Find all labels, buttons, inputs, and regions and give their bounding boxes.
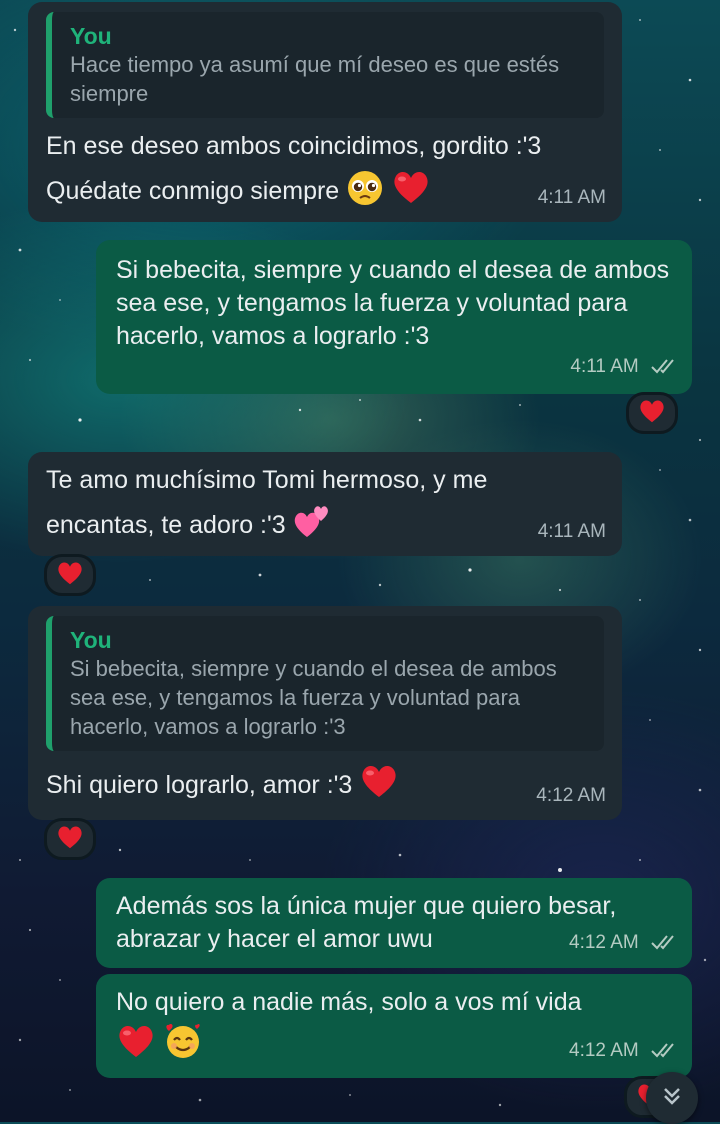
reaction-badge[interactable] <box>44 818 96 860</box>
chevron-double-down-icon <box>659 1083 685 1114</box>
smiling-face-with-hearts-emoji <box>163 1021 203 1070</box>
reaction-badge[interactable] <box>626 392 678 434</box>
heart-emoji <box>638 398 666 429</box>
message-bubble-outgoing[interactable]: Si bebecita, siempre y cuando el desea d… <box>96 240 692 394</box>
timestamp-text: 4:12 AM <box>569 932 639 953</box>
message-bubble-outgoing[interactable]: Además sos la única mujer que quiero bes… <box>96 878 692 968</box>
message-line: Shi quiero lograrlo, amor :'3 <box>46 763 604 808</box>
double-check-icon <box>650 929 678 962</box>
two-hearts-emoji <box>293 503 333 550</box>
message-timestamp: 4:12 AM <box>536 785 606 806</box>
quote-author: You <box>70 627 112 653</box>
message-line: Quédate conmigo siempre <box>46 169 604 216</box>
pleading-face-emoji <box>346 169 384 216</box>
quoted-message[interactable]: You Si bebecita, siempre y cuando el des… <box>46 616 604 751</box>
reaction-badge[interactable] <box>44 554 96 596</box>
message-line-text: Quédate conmigo siempre <box>46 177 340 205</box>
message-text: No quiero a nadie más, solo a vos mí vid… <box>116 988 582 1016</box>
heart-emoji <box>56 824 84 855</box>
message-timestamp: 4:11 AM <box>537 187 606 208</box>
heart-emoji <box>359 763 399 808</box>
message-timestamp: 4:11 AM <box>570 350 678 386</box>
message-bubble-outgoing[interactable]: No quiero a nadie más, solo a vos mí vid… <box>96 974 692 1078</box>
message-bubble-incoming[interactable]: Te amo muchísimo Tomi hermoso, y me enca… <box>28 452 622 556</box>
quote-text: Hace tiempo ya asumí que mí deseo es que… <box>70 52 560 106</box>
message-text: Si bebecita, siempre y cuando el desea d… <box>116 256 670 350</box>
message-line: En ese deseo ambos coincidimos, gordito … <box>46 132 542 160</box>
message-text: En ese deseo ambos coincidimos, gordito … <box>46 130 604 216</box>
message-timestamp: 4:12 AM <box>569 926 678 962</box>
message-timestamp: 4:12 AM <box>569 1034 678 1070</box>
message-line-text: encantas, te adoro :'3 <box>46 511 286 539</box>
scroll-to-bottom-button[interactable] <box>646 1072 698 1124</box>
heart-emoji <box>56 560 84 591</box>
quote-text: Si bebecita, siempre y cuando el desea d… <box>70 656 557 739</box>
timestamp-text: 4:12 AM <box>569 1040 639 1061</box>
message-line: encantas, te adoro :'3 <box>46 503 604 550</box>
message-bubble-incoming[interactable]: You Hace tiempo ya asumí que mí deseo es… <box>28 2 622 222</box>
message-line: Te amo muchísimo Tomi hermoso, y me <box>46 466 488 494</box>
heart-emoji <box>391 169 431 214</box>
timestamp-text: 4:11 AM <box>570 356 639 377</box>
heart-emoji <box>116 1023 156 1068</box>
message-timestamp: 4:11 AM <box>537 521 606 542</box>
quoted-message[interactable]: You Hace tiempo ya asumí que mí deseo es… <box>46 12 604 118</box>
double-check-icon <box>650 353 678 386</box>
quote-author: You <box>70 23 112 49</box>
double-check-icon <box>650 1037 678 1070</box>
message-bubble-incoming[interactable]: You Si bebecita, siempre y cuando el des… <box>28 606 622 820</box>
message-line-text: Shi quiero lograrlo, amor :'3 <box>46 771 353 799</box>
